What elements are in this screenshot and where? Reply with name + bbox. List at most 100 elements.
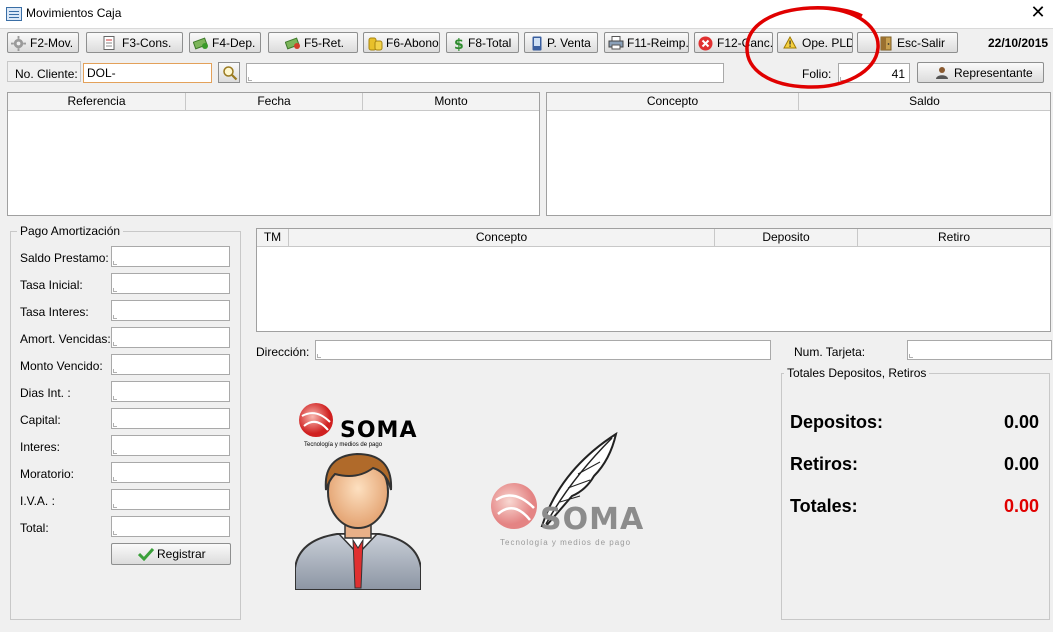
tasa-interes-label: Tasa Interes: xyxy=(20,305,89,319)
column-fecha[interactable]: Fecha xyxy=(186,93,363,110)
current-date: 22/10/2015 xyxy=(988,36,1049,50)
movements-grid-header: TM Concepto Deposito Retiro xyxy=(257,229,1050,247)
tasa-inicial-label: Tasa Inicial: xyxy=(20,278,83,292)
app-window-icon xyxy=(6,7,22,21)
depositos-value: 0.00 xyxy=(1003,412,1039,432)
client-name-field[interactable] xyxy=(246,63,724,83)
f3-cons-label: F3-Cons. xyxy=(122,35,172,50)
soma-logo-small-tagline: Tecnología y medios de pago xyxy=(304,442,383,448)
exit-door-icon xyxy=(878,36,894,50)
totales-title: Totales Depositos, Retiros xyxy=(784,366,930,380)
coins-icon xyxy=(367,36,383,50)
f5-ret-label: F5-Ret. xyxy=(304,35,345,50)
esc-salir-button[interactable]: Esc-Salir xyxy=(857,32,958,53)
gear-icon xyxy=(11,35,27,51)
column-referencia[interactable]: Referencia xyxy=(8,93,186,110)
money-deposit-icon xyxy=(192,36,209,50)
search-icon xyxy=(222,65,238,84)
references-grid-header: Referencia Fecha Monto xyxy=(8,93,539,111)
saldo-prestamo-field[interactable] xyxy=(111,246,230,267)
dollar-icon: $ xyxy=(453,36,465,53)
f5-ret-button[interactable]: F5-Ret. xyxy=(268,32,358,53)
soma-logo-small: SOMA Tecnología y medios de pago xyxy=(296,402,416,452)
num-tarjeta-field[interactable] xyxy=(907,340,1052,360)
folio-field[interactable]: 41 xyxy=(838,63,910,83)
tasa-inicial-field[interactable] xyxy=(111,273,230,294)
column-monto[interactable]: Monto xyxy=(363,93,539,110)
monto-vencido-field[interactable] xyxy=(111,354,230,375)
column-retiro[interactable]: Retiro xyxy=(858,229,1050,246)
amort-vencidas-field[interactable] xyxy=(111,327,230,348)
representante-label: Representante xyxy=(954,65,1033,80)
saldo-prestamo-label: Saldo Prestamo: xyxy=(20,251,109,265)
f4-dep-label: F4-Dep. xyxy=(212,35,256,50)
f12-canc-button[interactable]: F12-Canc. xyxy=(694,32,773,53)
column-concepto[interactable]: Concepto xyxy=(547,93,799,110)
moratorio-label: Moratorio: xyxy=(20,467,75,481)
pago-amortizacion-title: Pago Amortización xyxy=(17,224,124,238)
f6-abono-button[interactable]: F6-Abono xyxy=(363,32,440,53)
column-tm[interactable]: TM xyxy=(257,229,289,246)
movements-grid[interactable]: TM Concepto Deposito Retiro xyxy=(256,228,1051,332)
column-deposito[interactable]: Deposito xyxy=(715,229,858,246)
document-icon xyxy=(103,35,119,50)
moratorio-field[interactable] xyxy=(111,462,230,483)
capital-label: Capital: xyxy=(20,413,61,427)
folio-label: Folio: xyxy=(802,67,832,81)
client-label: No. Cliente: xyxy=(15,67,78,81)
references-grid[interactable]: Referencia Fecha Monto xyxy=(7,92,540,216)
money-withdraw-icon xyxy=(284,36,301,50)
interes-field[interactable] xyxy=(111,435,230,456)
title-bar: Movimientos Caja ✕ xyxy=(0,0,1053,28)
column-saldo[interactable]: Saldo xyxy=(799,93,1050,110)
retiros-label: Retiros: xyxy=(790,454,859,474)
totales-value: 0.00 xyxy=(1003,496,1039,516)
f4-dep-button[interactable]: F4-Dep. xyxy=(189,32,261,53)
total-label: Total: xyxy=(20,521,49,535)
depositos-label: Depositos: xyxy=(790,412,884,432)
f3-cons-button[interactable]: F3-Cons. xyxy=(86,32,183,53)
column-mov-concepto[interactable]: Concepto xyxy=(289,229,715,246)
client-search-button[interactable] xyxy=(218,62,240,83)
soma-logo-small-text: SOMA xyxy=(340,418,418,443)
f8-total-button[interactable]: $ F8-Total xyxy=(446,32,519,53)
iva-label: I.V.A. : xyxy=(20,494,55,508)
retiros-value: 0.00 xyxy=(1003,454,1039,474)
ope-pld-label: Ope. PLD xyxy=(802,35,853,50)
f2-mov-button[interactable]: F2-Mov. xyxy=(7,32,79,53)
iva-field[interactable] xyxy=(111,489,230,510)
dias-int-field[interactable] xyxy=(111,381,230,402)
p-venta-button[interactable]: P. Venta xyxy=(524,32,598,53)
window-title: Movimientos Caja xyxy=(26,6,122,20)
svg-text:$: $ xyxy=(454,37,464,51)
p-venta-label: P. Venta xyxy=(547,35,591,50)
cancel-icon xyxy=(698,36,714,50)
f6-abono-label: F6-Abono xyxy=(386,35,439,50)
esc-salir-label: Esc-Salir xyxy=(897,35,946,50)
representante-button[interactable]: Representante xyxy=(917,62,1044,83)
dias-int-label: Dias Int. : xyxy=(20,386,71,400)
phone-icon xyxy=(532,36,544,50)
warning-icon xyxy=(783,35,799,50)
client-id-input[interactable]: DOL- xyxy=(83,63,212,83)
avatar-illustration xyxy=(294,450,422,591)
concept-balance-grid-header: Concepto Saldo xyxy=(547,93,1050,111)
registrar-button[interactable]: Registrar xyxy=(111,543,231,565)
monto-vencido-label: Monto Vencido: xyxy=(20,359,103,373)
tasa-interes-field[interactable] xyxy=(111,300,230,321)
f11-reimp-button[interactable]: F11-Reimp. xyxy=(604,32,689,53)
f8-total-label: F8-Total xyxy=(468,35,512,50)
direccion-label: Dirección: xyxy=(256,345,310,359)
total-field[interactable] xyxy=(111,516,230,537)
amort-vencidas-label: Amort. Vencidas: xyxy=(20,332,111,346)
checkmark-icon xyxy=(137,547,155,562)
num-tarjeta-label: Num. Tarjeta: xyxy=(794,345,866,359)
registrar-label: Registrar xyxy=(157,547,206,561)
ope-pld-button[interactable]: Ope. PLD xyxy=(777,32,853,53)
capital-field[interactable] xyxy=(111,408,230,429)
soma-logo-large-text: SOMA xyxy=(540,502,645,537)
concept-balance-grid[interactable]: Concepto Saldo xyxy=(546,92,1051,216)
direccion-field[interactable] xyxy=(315,340,771,360)
f11-reimp-label: F11-Reimp. xyxy=(627,35,689,50)
close-icon[interactable]: ✕ xyxy=(1027,2,1049,24)
